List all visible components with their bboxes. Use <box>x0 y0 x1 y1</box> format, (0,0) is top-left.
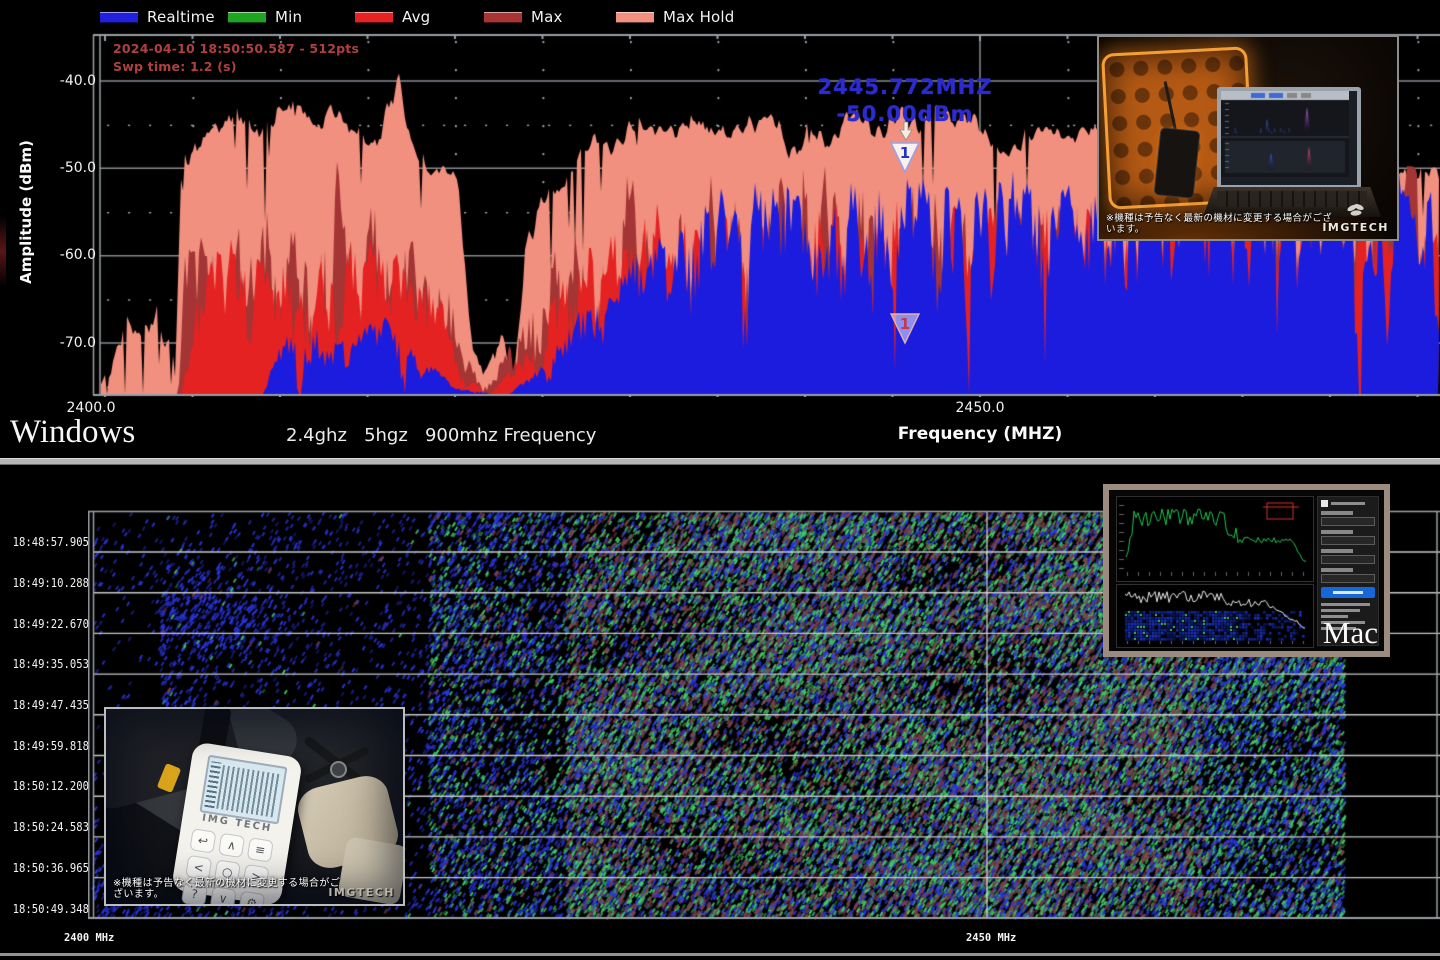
y-axis-label: Amplitude (dBm) <box>17 102 37 322</box>
legend-item-min: Min <box>228 8 302 26</box>
scan-button <box>1321 587 1375 598</box>
waterfall-timestamp: 18:50:12.200 <box>13 779 76 793</box>
brand-watermark: IMGTECH <box>1322 221 1389 234</box>
marker-frequency-readout: 2445.772MHZ <box>795 75 1015 99</box>
waterfall-timestamp: 18:50:24.583 <box>13 820 76 834</box>
mac-waterfall-panel <box>1116 584 1314 648</box>
imgtech-logo-icon <box>1345 201 1367 221</box>
marker-cursor-arrow-icon <box>898 121 914 141</box>
y-tick--50: -50.0 <box>34 160 96 176</box>
waterfall-timestamp: 18:50:36.965 <box>13 861 76 875</box>
status-text-bar <box>1321 603 1370 606</box>
legend-item-max-hold: Max Hold <box>616 8 735 26</box>
marker-1-handle[interactable]: 1 <box>889 141 921 174</box>
bottom-frame-line <box>0 953 1440 956</box>
svg-text:1: 1 <box>900 315 910 333</box>
legend-label: Max <box>531 8 563 26</box>
spectrum-analyzer-screen: Realtime Min Avg Max Max Hold 2024-04-10… <box>0 0 1440 960</box>
waterfall-timestamp: 18:49:35.053 <box>13 657 76 671</box>
checkbox-icon <box>1321 500 1328 507</box>
avg-trace-swatch-icon <box>355 12 393 23</box>
max-trace-swatch-icon <box>484 12 522 23</box>
field-label-bar <box>1321 549 1353 553</box>
stop-frequency-field <box>1321 536 1375 545</box>
photo-caption: ※機種は予告なく最新の機材に変更する場合がございます。 <box>113 878 343 900</box>
svg-text:1: 1 <box>900 144 910 162</box>
mac-spectrum-panel <box>1116 496 1314 582</box>
mac-label: Mac <box>1323 615 1378 651</box>
photo-vignette <box>106 709 403 904</box>
status-text-bar <box>1321 609 1360 612</box>
y-tick--60: -60.0 <box>34 247 96 263</box>
mac-checkbox-row <box>1321 500 1375 507</box>
max-hold-trace-swatch-icon <box>616 12 654 23</box>
mac-min-trace-chart <box>1117 497 1311 579</box>
button-label-bar <box>1333 591 1363 594</box>
legend-item-realtime: Realtime <box>100 8 215 26</box>
mac-waterfall-chart <box>1117 585 1311 645</box>
section-divider <box>0 458 1440 465</box>
legend-item-max: Max <box>484 8 563 26</box>
min-trace-swatch-icon <box>228 12 266 23</box>
legend-label: Avg <box>402 8 430 26</box>
checkbox-label-bar <box>1331 502 1365 505</box>
handheld-analyzer <box>1154 127 1201 199</box>
x-tick-2450: 2450.0 <box>949 400 1011 416</box>
brand-watermark: IMGTECH <box>328 886 395 899</box>
waterfall-timestamp: 18:49:47.435 <box>13 698 76 712</box>
waterfall-x-tick-2450: 2450 MHz <box>966 931 1033 944</box>
band-selector-label: 2.4ghz 5hgz 900mhz Frequency <box>286 425 596 446</box>
photo-caption: ※機種は予告なく最新の機材に変更する場合がございます。 <box>1106 213 1333 235</box>
realtime-trace-swatch-icon <box>100 12 138 23</box>
legend-label: Max Hold <box>663 8 735 26</box>
field-label-bar <box>1321 530 1353 534</box>
laptop-screen <box>1217 87 1361 189</box>
laptop-spectrum-app <box>1221 91 1349 177</box>
sweep-timestamp: 2024-04-10 18:50:50.587 - 512pts <box>113 40 359 58</box>
y-tick--70: -70.0 <box>34 335 96 351</box>
waterfall-timestamp: 18:49:10.288 <box>13 576 76 590</box>
legend-label: Realtime <box>147 8 215 26</box>
waterfall-timestamp: 18:49:22.670 <box>13 617 76 631</box>
resolution-field <box>1321 574 1375 583</box>
x-axis-label: Frequency (MHZ) <box>880 424 1080 444</box>
field-label-bar <box>1321 511 1353 515</box>
start-frequency-field <box>1321 517 1375 526</box>
sweep-time: Swp time: 1.2 (s) <box>113 58 359 76</box>
marker-1-shadow-handle[interactable]: 1 <box>889 312 921 345</box>
y-tick--40: -40.0 <box>34 73 96 89</box>
waterfall-x-tick-2400: 2400 MHz <box>64 931 131 944</box>
legend-label: Min <box>275 8 302 26</box>
waterfall-timestamp: 18:50:49.348 <box>13 902 76 916</box>
waterfall-timestamp: 18:49:59.818 <box>13 739 76 753</box>
waterfall-timestamp: 18:48:57.905 <box>13 535 76 549</box>
video-edge-artifact <box>0 215 6 287</box>
mac-screenshot-inset: Mac <box>1103 484 1390 657</box>
field-label-bar <box>1321 568 1353 572</box>
legend-item-avg: Avg <box>355 8 430 26</box>
sweep-info: 2024-04-10 18:50:50.587 - 512pts Swp tim… <box>113 40 359 76</box>
threshold-field <box>1321 555 1375 564</box>
device-photo-inset: IMG TECH ↩ ∧ ≡ < ○ > ? ∨ ⚙ ※機種は予告なく最新の機材… <box>104 707 405 906</box>
hardware-photo-inset: ※機種は予告なく最新の機材に変更する場合がございます。 IMGTECH <box>1097 35 1399 241</box>
windows-label: Windows <box>10 414 135 451</box>
